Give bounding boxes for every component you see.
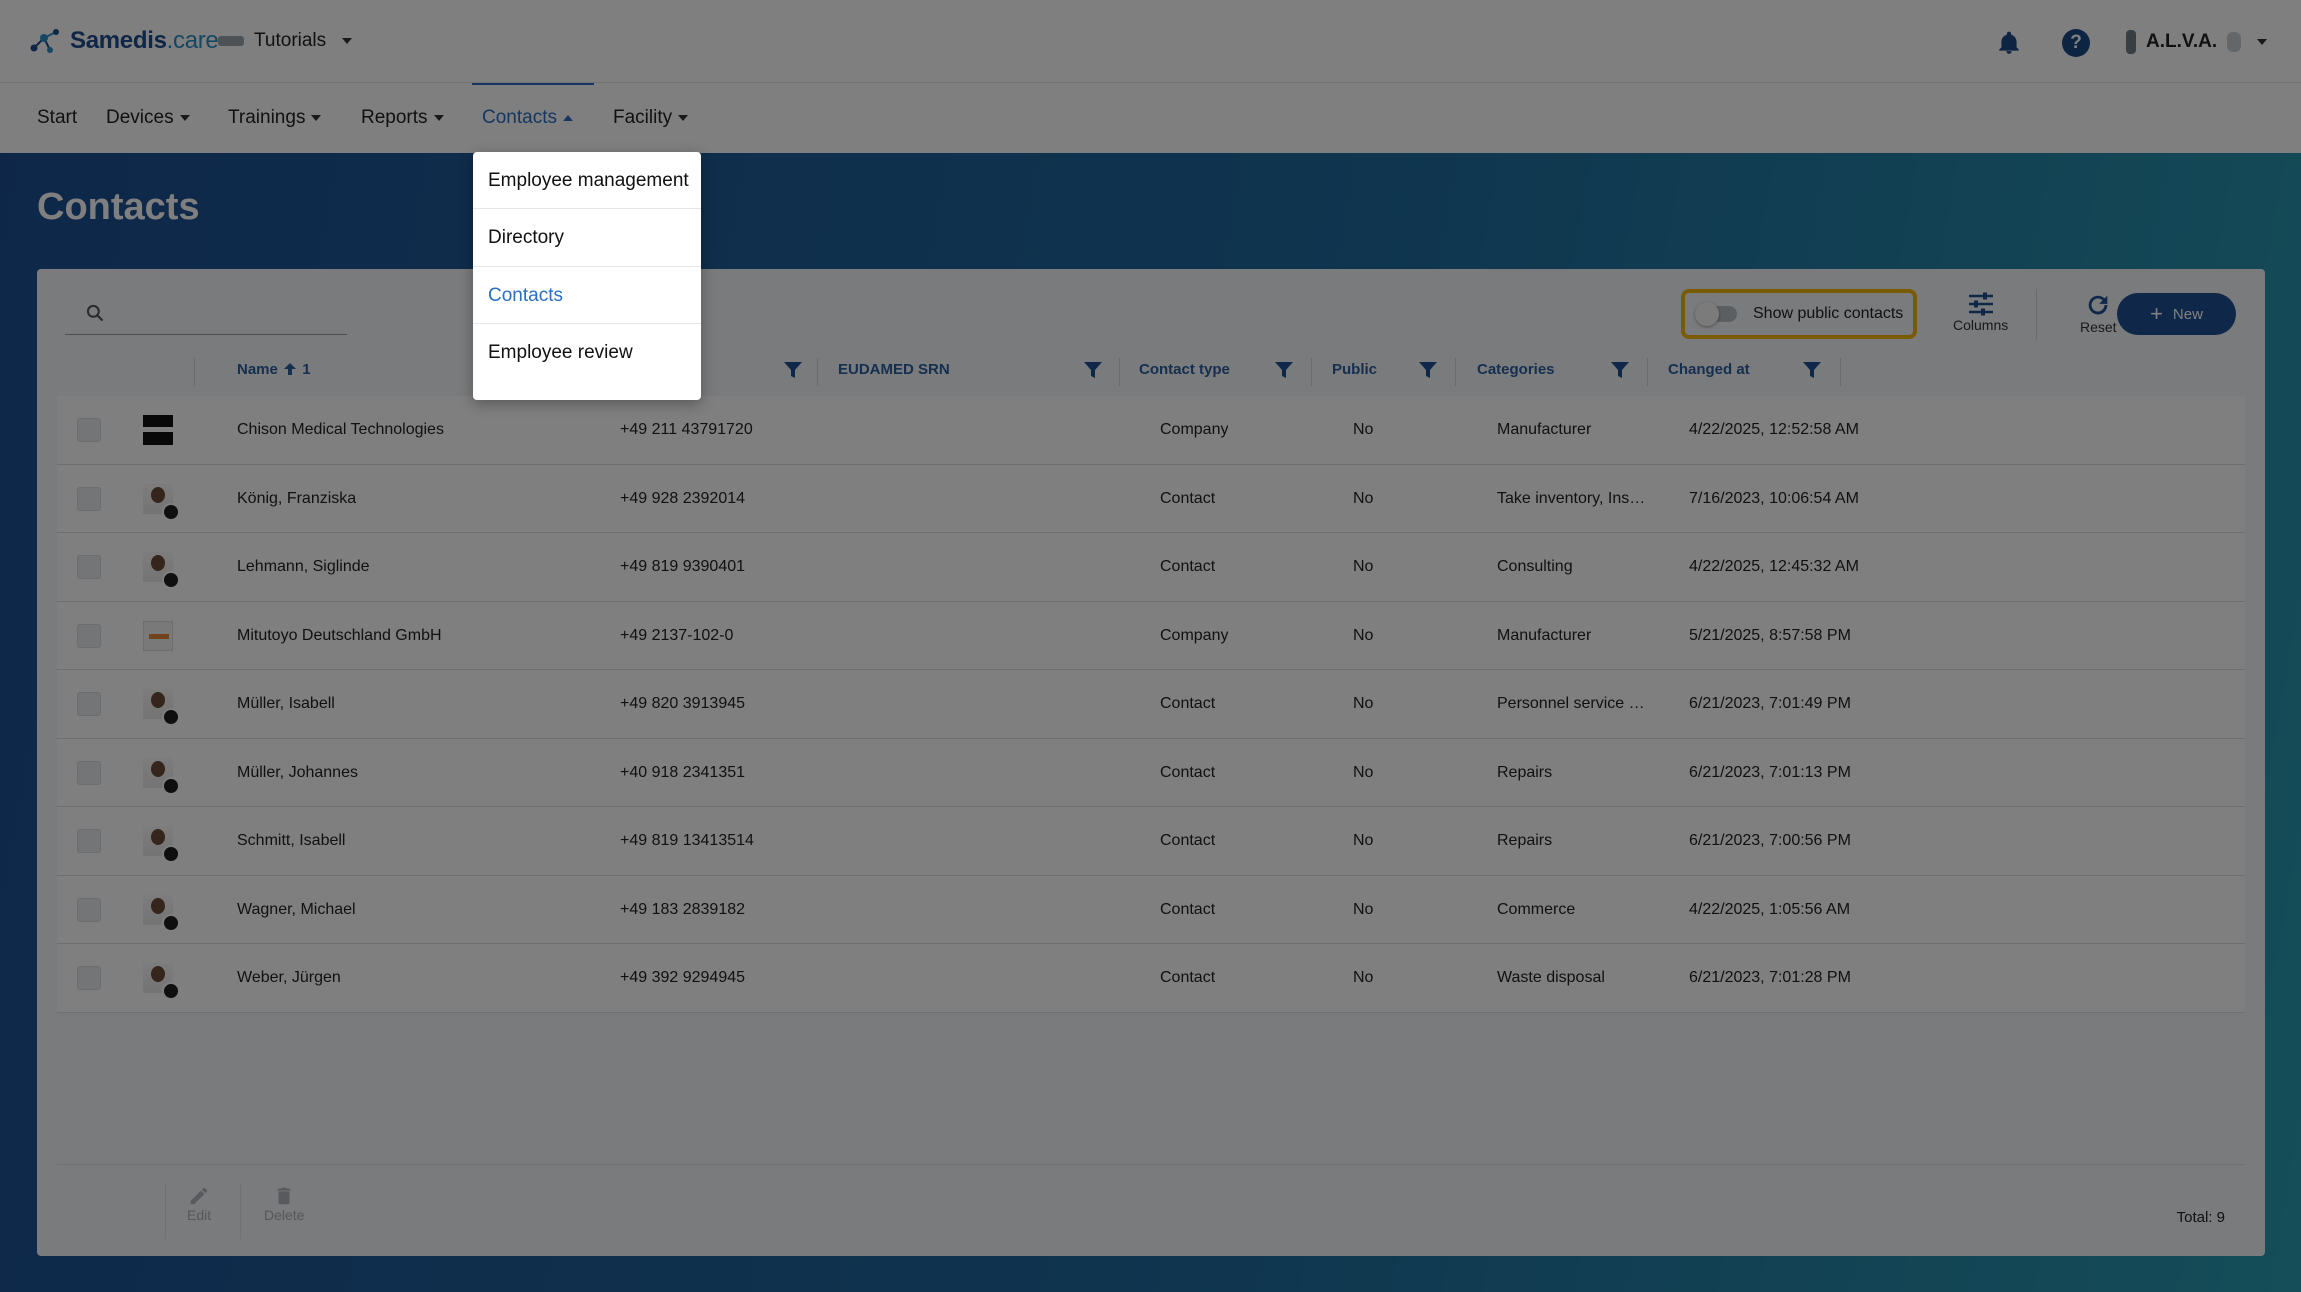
menu-item-directory[interactable]: Directory: [473, 209, 701, 267]
contacts-dropdown-menu: Employee management Directory Contacts E…: [473, 152, 701, 400]
menu-item-employee-management[interactable]: Employee management: [473, 152, 701, 210]
menu-item-contacts[interactable]: Contacts: [473, 267, 701, 324]
menu-item-employee-review[interactable]: Employee review: [473, 324, 701, 381]
menu-backdrop-overlay[interactable]: [0, 0, 2301, 1292]
